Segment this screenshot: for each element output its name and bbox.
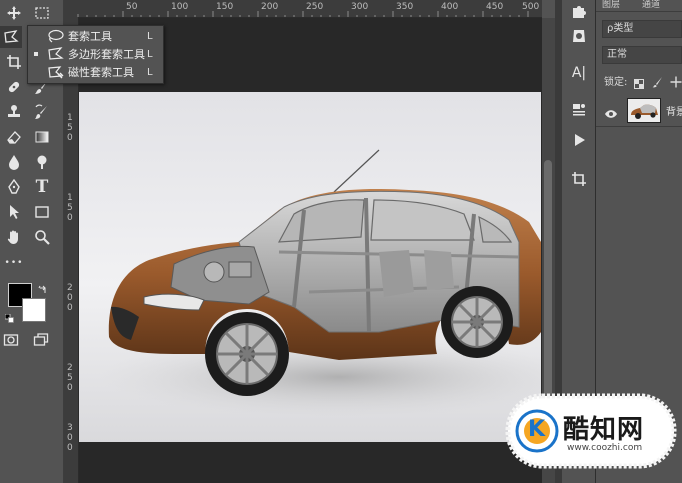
- libraries-icon[interactable]: [568, 25, 590, 47]
- ruler-label: 0: [67, 213, 73, 223]
- polygonal-lasso-icon: [48, 47, 64, 60]
- crop-properties-icon[interactable]: [568, 168, 590, 190]
- layer-filter-select[interactable]: ρ类型: [602, 20, 682, 38]
- document-image[interactable]: [79, 92, 541, 442]
- layer-filter-label: ρ类型: [607, 23, 634, 34]
- menu-item-lasso-tool[interactable]: 套索工具 L: [28, 27, 161, 45]
- default-colors-icon[interactable]: [4, 308, 14, 323]
- layer-thumbnail: [627, 98, 661, 123]
- blur-icon[interactable]: [3, 151, 25, 173]
- ruler-label: 2: [67, 283, 73, 293]
- tab-divider: [596, 11, 682, 12]
- ruler-label: 3: [67, 423, 73, 433]
- play-actions-icon[interactable]: [568, 129, 590, 151]
- layer-row-background[interactable]: 背景: [596, 94, 682, 127]
- lasso-icon: [48, 29, 64, 43]
- rectangle-icon[interactable]: [31, 201, 53, 223]
- screen-mode-icon[interactable]: [30, 329, 52, 351]
- blend-mode-value: 正常: [607, 49, 627, 60]
- front-wheel: [205, 312, 289, 396]
- dodge-icon[interactable]: [31, 151, 53, 173]
- ruler-ticks: [77, 11, 529, 17]
- magnetic-lasso-icon: [48, 66, 64, 79]
- ruler-label: 2: [67, 363, 73, 373]
- ruler-label: 5: [67, 373, 73, 383]
- lock-position-icon[interactable]: [670, 73, 682, 88]
- type-icon[interactable]: T: [31, 176, 53, 198]
- layer-name[interactable]: 背景: [666, 103, 682, 118]
- pen-icon[interactable]: [3, 176, 25, 198]
- marquee-icon[interactable]: [31, 2, 53, 24]
- paragraph-icon[interactable]: [568, 99, 590, 121]
- menu-item-shortcut: L: [147, 30, 153, 42]
- quick-mask-icon[interactable]: [0, 329, 22, 351]
- ruler-label: 0: [67, 433, 73, 443]
- ruler-label: 0: [67, 303, 73, 313]
- coozhi-watermark: K 酷知网 www.coozhi.com: [505, 393, 677, 469]
- watermark-logo-letter: K: [528, 417, 546, 442]
- menu-item-shortcut: L: [147, 66, 153, 78]
- menu-item-polygonal-lasso-tool[interactable]: 多边形套索工具 L: [28, 45, 161, 63]
- rear-wheel: [441, 286, 513, 358]
- path-select-icon[interactable]: [3, 201, 25, 223]
- stamp-icon[interactable]: [3, 101, 25, 123]
- watermark-title: 酷知网: [563, 415, 645, 445]
- history-brush-icon[interactable]: [31, 101, 53, 123]
- menu-item-label: 多边形套索工具: [68, 48, 145, 61]
- menu-item-label: 磁性套索工具: [68, 66, 134, 79]
- lock-transparency-icon[interactable]: [634, 74, 644, 89]
- vertical-ruler: 1 5 0 1 5 0 2 0 0 2 5 0 3 0 0: [64, 17, 79, 483]
- lasso-icon[interactable]: [0, 26, 22, 48]
- gradient-icon[interactable]: [31, 126, 53, 148]
- puzzle-icon[interactable]: [568, 0, 590, 22]
- horizontal-ruler: 50 100 150 200 250 300 350 400 450 500: [64, 0, 542, 18]
- swap-colors-icon[interactable]: [38, 280, 48, 293]
- character-panel-icon[interactable]: A|: [568, 62, 590, 84]
- ruler-label: 0: [67, 443, 73, 453]
- watermark-url: www.coozhi.com: [567, 443, 643, 453]
- lock-pixels-icon[interactable]: [652, 73, 664, 88]
- more-tools-icon[interactable]: •••: [3, 252, 25, 274]
- menu-item-shortcut: L: [147, 48, 153, 60]
- car-cutaway-image: [79, 92, 541, 442]
- healing-icon[interactable]: [3, 76, 25, 98]
- lock-label: 锁定:: [604, 77, 628, 88]
- menu-item-label: 套索工具: [68, 30, 112, 43]
- ruler-label: 5: [67, 203, 73, 213]
- ruler-label: 1: [67, 113, 73, 123]
- move-icon[interactable]: [3, 2, 25, 24]
- eye-icon[interactable]: [604, 104, 618, 118]
- ruler-label: 5: [67, 123, 73, 133]
- menu-item-magnetic-lasso-tool[interactable]: 磁性套索工具 L: [28, 63, 161, 81]
- eraser-icon[interactable]: [3, 126, 25, 148]
- ruler-label: 0: [67, 133, 73, 143]
- zoom-icon[interactable]: [31, 226, 53, 248]
- hand-icon[interactable]: [3, 226, 25, 248]
- ruler-label: 1: [67, 193, 73, 203]
- ruler-label: 0: [67, 293, 73, 303]
- lasso-tool-flyout-menu: 套索工具 L 多边形套索工具 L 磁性套索工具 L: [27, 25, 164, 84]
- scrollbar-thumb[interactable]: [544, 160, 552, 400]
- background-color-swatch[interactable]: [22, 298, 46, 322]
- blend-mode-select[interactable]: 正常: [602, 46, 682, 64]
- ruler-label: 0: [67, 383, 73, 393]
- crop-icon[interactable]: [3, 51, 25, 73]
- selected-indicator: [34, 52, 38, 56]
